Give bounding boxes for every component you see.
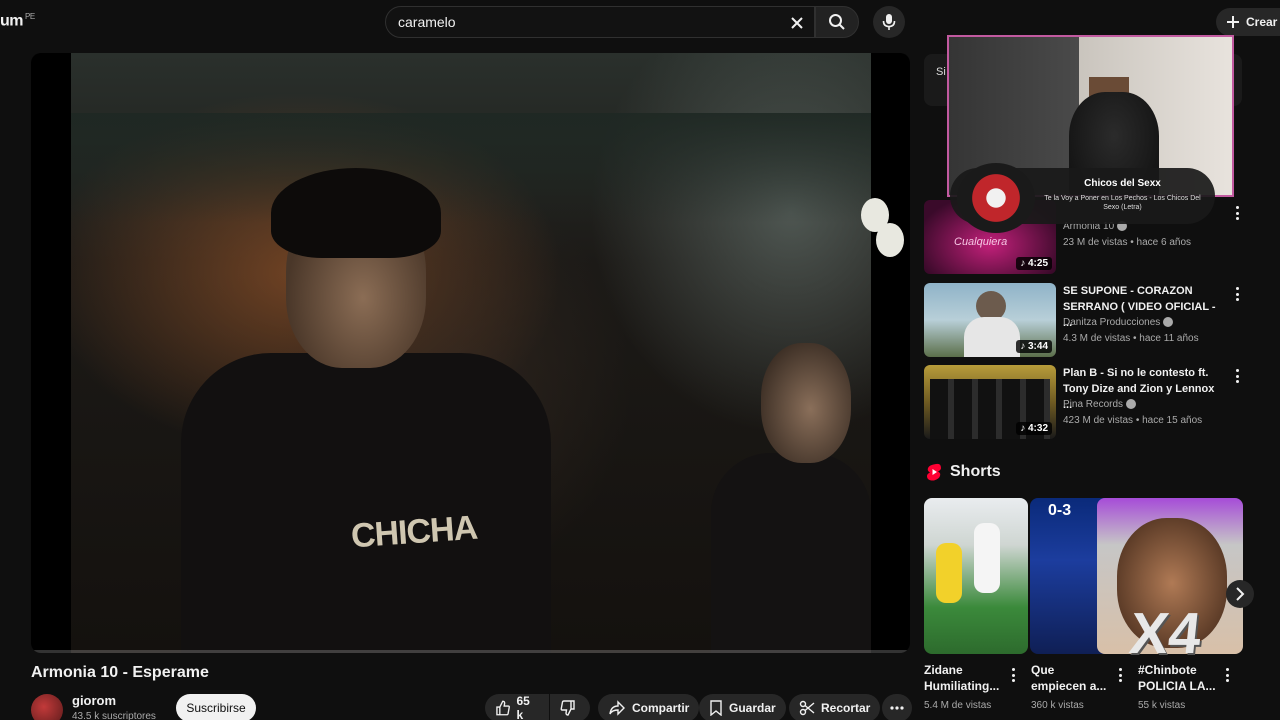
channel-name[interactable]: giorom [72,693,116,708]
youtube-logo[interactable]: um PE [0,12,35,30]
bookmark-icon [710,700,722,716]
short-views: 55 k vistas [1138,700,1186,711]
stage-lighting [71,113,871,223]
microphone-icon [882,14,896,30]
video-title: Armonia 10 - Esperame [31,664,209,681]
singer-shirt [711,453,871,653]
voice-search-button[interactable] [873,6,905,38]
recommendation-meta: 4.3 M de vistas • hace 11 años [1063,333,1199,344]
more-options-icon[interactable] [1232,206,1242,220]
plus-icon [1227,16,1239,28]
shorts-icon [927,463,941,481]
recommendation-item[interactable]: ♪ 4:32 Plan B - Si no le contesto ft. To… [924,365,1242,441]
save-button[interactable]: Guardar [699,694,786,720]
clip-button[interactable]: Recortar [789,694,881,720]
thumbnail-caption: Cualquiera [954,236,1008,248]
video-player[interactable]: CHICHA [31,53,910,653]
country-code: PE [25,12,35,21]
search-box [385,6,815,38]
more-actions-button[interactable] [882,694,912,720]
share-icon [609,700,625,716]
now-playing-subtitle: Te la Voy a Poner en Los Pechos - Los Ch… [1044,195,1201,211]
thumbs-down-icon [560,700,575,716]
filter-chip[interactable]: Si [936,66,946,78]
scissors-icon [799,700,815,716]
share-button[interactable]: Compartir [598,694,700,720]
recommendation-thumbnail[interactable]: ♪ 4:32 [924,365,1056,439]
more-options-icon[interactable] [1232,369,1242,383]
short-title[interactable]: #Chinbote POLICIA LA... [1138,662,1228,694]
recommendation-meta: 423 M de vistas • hace 15 años [1063,415,1203,426]
recommendation-meta: 23 M de vistas • hace 6 años [1063,237,1192,248]
search-icon [829,14,845,30]
dislike-button[interactable] [550,694,590,720]
thumbnail-person [964,317,1020,357]
clip-label: Recortar [821,701,871,715]
recommendation-item[interactable]: ♪ 3:44 SE SUPONE - CORAZON SERRANO ( VID… [924,283,1242,359]
score-text: 0-3 [1048,502,1072,519]
like-button[interactable]: 65 k [485,694,549,720]
channel-avatar[interactable] [31,694,63,720]
more-options-icon[interactable] [1232,287,1242,301]
verified-icon [1126,399,1137,410]
more-options-icon[interactable] [1008,668,1018,682]
player-figure [974,523,1000,593]
share-label: Compartir [632,701,690,715]
short-views: 5.4 M de vistas [924,700,992,711]
more-options-icon[interactable] [1115,668,1125,682]
like-count: 65 k [516,694,530,720]
shorts-header: Shorts [926,463,1001,481]
x4-overlay: X4 [1126,601,1205,666]
video-duration: ♪ 4:25 [1016,257,1052,270]
close-icon [791,17,803,29]
more-options-icon[interactable] [1222,668,1232,682]
chevron-right-icon [1236,587,1245,601]
more-horizontal-icon [890,706,904,710]
thumbs-up-icon [496,700,510,716]
shorts-label: Shorts [950,463,1001,480]
search-input[interactable] [386,14,766,30]
performer-hair [271,168,441,258]
subscriber-count: 43.5 k suscriptores [72,711,156,720]
clear-search-button[interactable] [786,12,808,34]
now-playing-title: Chicos del Sexx [1084,178,1161,189]
verified-icon [1163,317,1174,328]
subscribe-button[interactable]: Suscribirse [176,694,256,720]
save-label: Guardar [729,701,776,715]
video-duration: ♪ 4:32 [1016,422,1052,435]
short-thumbnail[interactable] [924,498,1028,654]
create-label: Crear [1246,15,1278,29]
create-button[interactable]: Crear [1216,8,1280,36]
search-button[interactable] [815,6,859,38]
singer-head [761,343,851,463]
recommendation-channel[interactable]: Pina Records [1063,399,1137,410]
shorts-next-button[interactable] [1226,580,1254,608]
performer-shirt [181,353,551,653]
video-duration: ♪ 3:44 [1016,340,1052,353]
progress-bar[interactable] [31,650,910,653]
logo-text: um [0,12,24,30]
now-playing-artwork [957,163,1035,233]
short-title[interactable]: Que empiecen a... [1031,662,1121,694]
player-figure [936,543,962,603]
recommendation-channel[interactable]: Danitza Producciones [1063,317,1174,328]
short-title[interactable]: Zidane Humiliating... [924,662,1014,694]
balloon [876,223,904,257]
recommendation-thumbnail[interactable]: ♪ 3:44 [924,283,1056,357]
short-views: 360 k vistas [1031,700,1084,711]
video-frame: CHICHA [71,53,904,653]
